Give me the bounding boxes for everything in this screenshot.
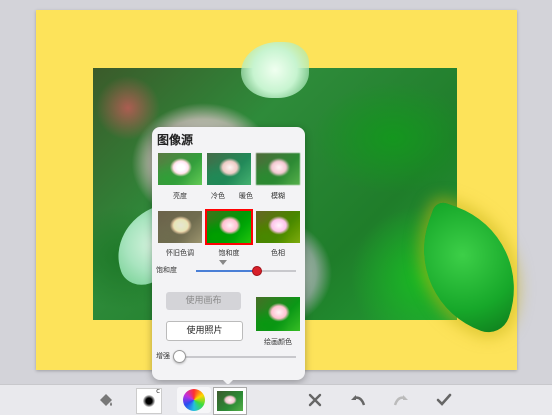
painted-leaf-top — [241, 42, 309, 98]
photo-source-icon[interactable] — [213, 387, 247, 415]
color-wheel-swatch — [183, 389, 205, 411]
brush-size-mark: c — [156, 387, 160, 395]
enhance-slider-track[interactable] — [178, 356, 296, 358]
popover-title: 图像源 — [157, 133, 194, 147]
slider-default-marker — [219, 260, 227, 265]
undo-icon[interactable] — [346, 389, 370, 411]
paint-bucket-icon[interactable] — [94, 389, 118, 411]
filter-label-hue: 色相 — [271, 249, 285, 257]
filter-thumb-blur[interactable] — [256, 153, 300, 185]
color-wheel-icon[interactable] — [177, 387, 211, 413]
filter-thumb-brightness[interactable] — [158, 153, 202, 185]
filter-thumb-vintage[interactable] — [158, 211, 202, 243]
saturation-slider-fill — [196, 270, 256, 272]
close-icon[interactable] — [303, 389, 327, 411]
filter-label-vintage: 怀旧色调 — [166, 249, 194, 257]
filter-label-saturation: 饱和度 — [218, 249, 240, 257]
use-photo-button[interactable]: 使用照片 — [166, 321, 243, 341]
painting-color-label: 绘画颜色 — [264, 338, 292, 346]
bottom-toolbar: c — [0, 384, 552, 415]
brush-dot-icon — [143, 395, 155, 407]
filter-thumb-saturation[interactable] — [205, 209, 253, 245]
image-source-popover: 图像源 亮度 冷色 暖色 模糊 怀旧色调 饱和度 色相 饱和度 使用画布 使用照… — [152, 127, 305, 380]
redo-icon[interactable] — [389, 389, 413, 411]
painting-color-thumb[interactable] — [256, 297, 300, 331]
saturation-slider-knob[interactable] — [252, 266, 262, 276]
filter-label-blur: 模糊 — [271, 192, 285, 200]
filter-thumb-hue[interactable] — [256, 211, 300, 243]
enhance-slider-knob[interactable] — [173, 350, 186, 363]
brush-preview-icon[interactable]: c — [136, 387, 162, 414]
photo-source-thumb — [217, 391, 243, 411]
check-icon[interactable] — [432, 389, 456, 411]
use-canvas-button[interactable]: 使用画布 — [166, 292, 241, 310]
saturation-slider-label: 饱和度 — [156, 266, 177, 274]
filter-thumb-cool[interactable] — [207, 153, 251, 185]
